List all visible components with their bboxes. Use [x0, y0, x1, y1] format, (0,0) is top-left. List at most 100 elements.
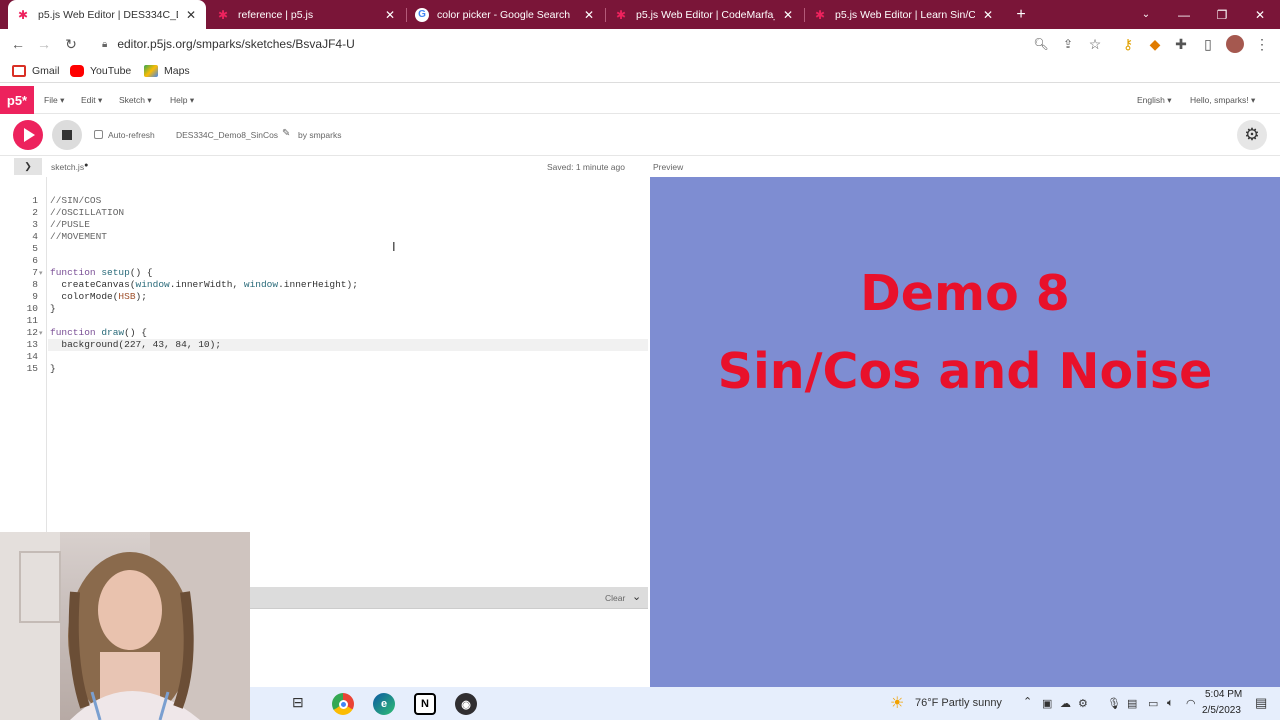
share-icon[interactable]: ⇪ — [1058, 34, 1078, 54]
line-number: 6 — [32, 255, 38, 266]
close-window-icon[interactable]: ✕ — [1242, 0, 1278, 29]
restore-icon[interactable]: ❐ — [1204, 0, 1240, 29]
sketch-name[interactable]: DES334C_Demo8_SinCos — [176, 130, 278, 140]
code-line[interactable]: function setup() { — [50, 267, 153, 278]
browser-toolbar: ← → ↻ 🔒︎ editor.p5js.org/smparks/sketche… — [0, 29, 1280, 58]
microphone-icon[interactable]: 🎙︎ — [1107, 697, 1121, 710]
menu-file[interactable]: File ▾ — [44, 95, 64, 106]
bookmark-youtube[interactable]: YouTube — [70, 62, 131, 79]
language-menu[interactable]: English ▾ — [1137, 95, 1172, 106]
line-number: 8 — [32, 279, 38, 290]
chrome-icon[interactable] — [332, 693, 354, 715]
extensions-puzzle-icon[interactable]: ✚ — [1171, 34, 1191, 54]
menu-sketch[interactable]: Sketch ▾ — [119, 95, 152, 106]
tab-codemarfa[interactable]: ✱ p5.js Web Editor | CodeMarfa_Sin ✕ — [606, 0, 803, 29]
line-number: 2 — [32, 207, 38, 218]
console-header: Clear ⌄ — [250, 587, 648, 608]
forward-icon[interactable]: → — [34, 34, 54, 54]
code-editor[interactable]: 1 2 3 4 5 6 7 ▾ 8 9 10 11 12 ▾ 13 14 15 //SIN/COS//OSCIL… — [14, 177, 648, 587]
tab-title: reference | p5.js — [238, 8, 314, 21]
menu-edit[interactable]: Edit ▾ — [81, 95, 102, 106]
bookmark-maps[interactable]: Maps — [144, 62, 190, 79]
edge-icon[interactable]: e — [373, 693, 395, 715]
tab-color-picker[interactable]: G color picker - Google Search ✕ — [407, 0, 604, 29]
profile-avatar[interactable] — [1225, 34, 1245, 54]
menu-help[interactable]: Help ▾ — [170, 95, 194, 106]
weather-text[interactable]: 76°F Partly sunny — [915, 697, 1002, 709]
side-panel-icon[interactable]: ▯ — [1198, 34, 1218, 54]
metamask-fox-icon[interactable]: ◆ — [1145, 34, 1165, 54]
code-line[interactable]: colorMode(HSB); — [50, 291, 147, 302]
edit-pencil-icon[interactable]: ✎ — [282, 128, 290, 139]
close-tab-icon[interactable]: ✕ — [981, 8, 995, 22]
tray-display-icon[interactable]: ▤ — [1127, 697, 1137, 710]
obs-icon[interactable]: ◉ — [455, 693, 477, 715]
close-tab-icon[interactable]: ✕ — [184, 8, 198, 22]
fold-arrow-icon[interactable]: ▾ — [39, 329, 43, 337]
code-line[interactable]: //SIN/COS — [50, 195, 101, 206]
new-tab-icon[interactable]: + — [1003, 0, 1039, 29]
lock-icon: 🔒︎ — [102, 38, 108, 50]
file-tab-sketch-js[interactable]: sketch.js● — [51, 162, 88, 172]
p5-logo[interactable]: p5* — [0, 86, 34, 114]
sketch-preview-canvas[interactable]: Demo 8 Sin/Cos and Noise — [650, 177, 1280, 687]
console-clear-button[interactable]: Clear — [605, 593, 625, 603]
reload-icon[interactable]: ↻ — [61, 34, 81, 54]
bookmarks-bar: Gmail YouTube Maps — [0, 58, 1280, 83]
tray-cloud-icon[interactable]: ☁ — [1060, 697, 1071, 710]
close-tab-icon[interactable]: ✕ — [582, 8, 596, 22]
filename: sketch.js — [51, 162, 85, 172]
task-view-icon[interactable]: ⊟ — [292, 694, 304, 711]
line-number: 1 — [32, 195, 38, 206]
back-icon[interactable]: ← — [8, 34, 28, 54]
play-button[interactable] — [13, 120, 43, 150]
bookmark-label: YouTube — [90, 64, 132, 77]
os-taskbar: ⊟ e N ◉ ☀ 76°F Partly sunny ⌃ ▣ ☁ ⚙ 🎙︎ ▤… — [250, 687, 1280, 720]
code-line[interactable]: } — [50, 363, 56, 374]
console-output — [250, 608, 648, 686]
address-bar[interactable]: 🔒︎ editor.p5js.org/smparks/sketches/Bsva… — [92, 32, 1112, 56]
console-collapse-chevron-icon[interactable]: ⌄ — [632, 590, 641, 603]
line-number: 12 — [26, 327, 38, 338]
sidebar-expand-chevron-icon[interactable]: ❯ — [14, 158, 42, 175]
p5-asterisk-icon: ✱ — [17, 7, 29, 22]
code-line[interactable]: function draw() { — [50, 327, 147, 338]
notifications-icon[interactable]: ▤ — [1255, 695, 1267, 711]
weather-sun-icon: ☀ — [890, 695, 905, 712]
fold-arrow-icon[interactable]: ▾ — [39, 269, 43, 277]
stop-button[interactable] — [52, 120, 82, 150]
code-line[interactable]: } — [50, 303, 56, 314]
zoom-icon[interactable]: 🔍︎ — [1031, 34, 1051, 54]
settings-gear-icon[interactable]: ⚙ — [1237, 120, 1267, 150]
wifi-icon[interactable]: ◠ — [1186, 697, 1196, 710]
code-line[interactable]: //OSCILLATION — [50, 207, 124, 218]
bookmark-star-icon[interactable]: ☆ — [1085, 34, 1105, 54]
tab-learn-sincos[interactable]: ✱ p5.js Web Editor | Learn Sin/Cos ✕ — [805, 0, 1003, 29]
tray-settings-icon[interactable]: ⚙ — [1078, 697, 1088, 710]
auto-refresh-checkbox[interactable] — [94, 130, 103, 139]
tray-chevron-icon[interactable]: ⌃ — [1023, 695, 1032, 708]
battery-icon[interactable]: ▭ — [1148, 697, 1158, 710]
code-line[interactable]: //MOVEMENT — [50, 231, 107, 242]
clock-time[interactable]: 5:04 PM — [1205, 689, 1242, 700]
notion-icon[interactable]: N — [414, 693, 436, 715]
extension-key-icon[interactable]: ⚷ — [1118, 34, 1138, 54]
tab-search-chevron-icon[interactable]: ⌄ — [1128, 0, 1164, 29]
user-menu[interactable]: Hello, smparks! ▾ — [1190, 95, 1255, 106]
minimize-icon[interactable]: — — [1166, 0, 1202, 29]
close-tab-icon[interactable]: ✕ — [383, 8, 397, 22]
close-tab-icon[interactable]: ✕ — [781, 8, 795, 22]
tab-p5-editor-demo[interactable]: ✱ p5.js Web Editor | DES334C_Dem ✕ — [8, 0, 206, 29]
more-menu-icon[interactable]: ⋮ — [1252, 34, 1272, 54]
line-number: 14 — [26, 351, 38, 362]
code-line[interactable]: //PUSLE — [50, 219, 90, 230]
auto-refresh-label: Auto-refresh — [108, 130, 155, 140]
tray-app-icon[interactable]: ▣ — [1042, 697, 1052, 710]
bookmark-gmail[interactable]: Gmail — [12, 62, 59, 79]
code-line[interactable]: createCanvas(window.innerWidth, window.i… — [50, 279, 358, 290]
tab-reference[interactable]: ✱ reference | p5.js ✕ — [208, 0, 405, 29]
menu-label: File — [44, 95, 58, 105]
code-line[interactable]: background(227, 43, 84, 10); — [50, 339, 221, 350]
clock-date[interactable]: 2/5/2023 — [1202, 705, 1241, 716]
volume-icon[interactable]: 🔈︎ — [1167, 697, 1174, 710]
